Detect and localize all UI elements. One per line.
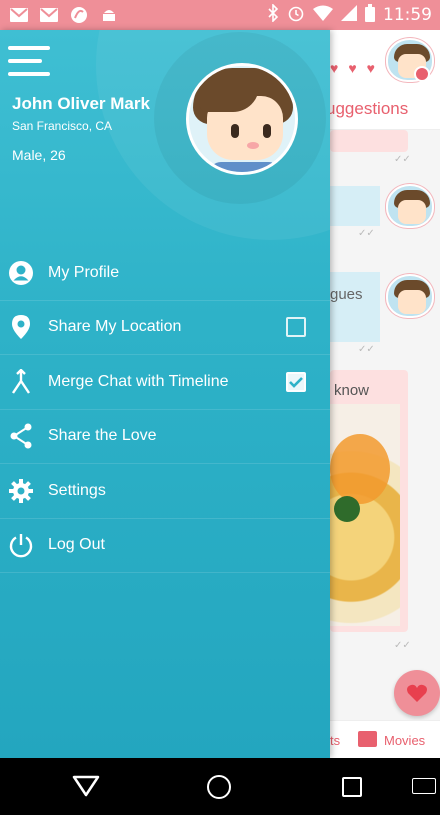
android-icon bbox=[98, 6, 120, 24]
background-app: ♥♥♥ uggestions ✓✓ ✓✓ gues ✓✓ know ✓✓ ts … bbox=[330, 30, 440, 758]
person-icon bbox=[7, 259, 35, 287]
share-location-checkbox[interactable] bbox=[286, 317, 306, 338]
message-bubble bbox=[330, 130, 408, 152]
gmail-icon bbox=[8, 6, 30, 24]
background-header: ♥♥♥ uggestions bbox=[330, 30, 440, 130]
movie-icon bbox=[358, 731, 377, 747]
contact-avatar[interactable] bbox=[386, 274, 434, 318]
merge-icon bbox=[7, 368, 35, 396]
badge-icon bbox=[414, 66, 430, 82]
drawer-menu: My Profile Share My Location Merge Chat … bbox=[0, 246, 330, 573]
contact-avatar[interactable] bbox=[386, 184, 434, 228]
recent-apps-icon[interactable] bbox=[342, 777, 362, 797]
status-bar: 11:59 bbox=[0, 0, 440, 30]
back-icon[interactable] bbox=[72, 774, 100, 803]
bluetooth-icon bbox=[267, 3, 279, 26]
merge-chat-checkbox[interactable] bbox=[286, 371, 306, 392]
menu-item-merge-chat[interactable]: Merge Chat with Timeline bbox=[0, 355, 330, 410]
tab-movies[interactable]: Movies bbox=[384, 733, 425, 748]
system-nav-bar bbox=[0, 758, 440, 815]
menu-item-label: My Profile bbox=[48, 263, 120, 281]
message-bubble bbox=[330, 272, 380, 342]
home-icon[interactable] bbox=[207, 775, 231, 799]
read-tick-icon: ✓✓ bbox=[358, 228, 375, 239]
compose-fab[interactable] bbox=[394, 670, 440, 716]
menu-item-share-love[interactable]: Share the Love bbox=[0, 410, 330, 464]
status-bar-notifications bbox=[8, 6, 120, 24]
message-text: gues bbox=[330, 286, 363, 303]
menu-item-share-location[interactable]: Share My Location bbox=[0, 301, 330, 355]
user-location: San Francisco, CA bbox=[12, 119, 113, 133]
navigation-drawer: John Oliver Mark San Francisco, CA Male,… bbox=[0, 30, 330, 758]
share-icon bbox=[7, 422, 35, 450]
clock: 11:59 bbox=[383, 5, 432, 25]
read-tick-icon: ✓✓ bbox=[394, 154, 411, 165]
read-tick-icon: ✓✓ bbox=[394, 640, 411, 651]
menu-item-label: Merge Chat with Timeline bbox=[48, 372, 229, 390]
location-pin-icon bbox=[7, 313, 35, 341]
hamburger-menu-icon[interactable] bbox=[8, 46, 50, 76]
bottom-tab-bar: ts Movies bbox=[330, 720, 440, 758]
gear-icon bbox=[7, 477, 35, 505]
gmail-icon bbox=[38, 6, 60, 24]
alarm-icon bbox=[287, 4, 305, 26]
menu-item-log-out[interactable]: Log Out bbox=[0, 519, 330, 573]
menu-item-settings[interactable]: Settings bbox=[0, 464, 330, 519]
user-gender-age: Male, 26 bbox=[12, 147, 66, 163]
menu-item-label: Share the Love bbox=[48, 427, 157, 445]
keyboard-icon[interactable] bbox=[412, 778, 436, 794]
message-text: know bbox=[334, 382, 370, 399]
user-avatar[interactable] bbox=[186, 63, 298, 175]
hearts-icon: ♥♥♥ bbox=[330, 60, 385, 76]
tab-partial-label[interactable]: ts bbox=[330, 733, 340, 748]
menu-item-label: Log Out bbox=[48, 536, 105, 554]
power-icon bbox=[7, 531, 35, 559]
suggestions-tab[interactable]: uggestions bbox=[330, 99, 408, 119]
user-name: John Oliver Mark bbox=[12, 94, 150, 113]
app-icon bbox=[68, 6, 90, 24]
menu-item-my-profile[interactable]: My Profile bbox=[0, 246, 330, 301]
battery-icon bbox=[365, 4, 375, 26]
message-bubble bbox=[330, 186, 380, 226]
menu-item-label: Settings bbox=[48, 481, 106, 499]
signal-icon bbox=[341, 5, 357, 25]
menu-item-label: Share My Location bbox=[48, 318, 182, 336]
wifi-icon bbox=[313, 5, 333, 25]
status-bar-system: 11:59 bbox=[267, 3, 432, 26]
food-photo[interactable] bbox=[330, 404, 400, 626]
read-tick-icon: ✓✓ bbox=[358, 344, 375, 355]
